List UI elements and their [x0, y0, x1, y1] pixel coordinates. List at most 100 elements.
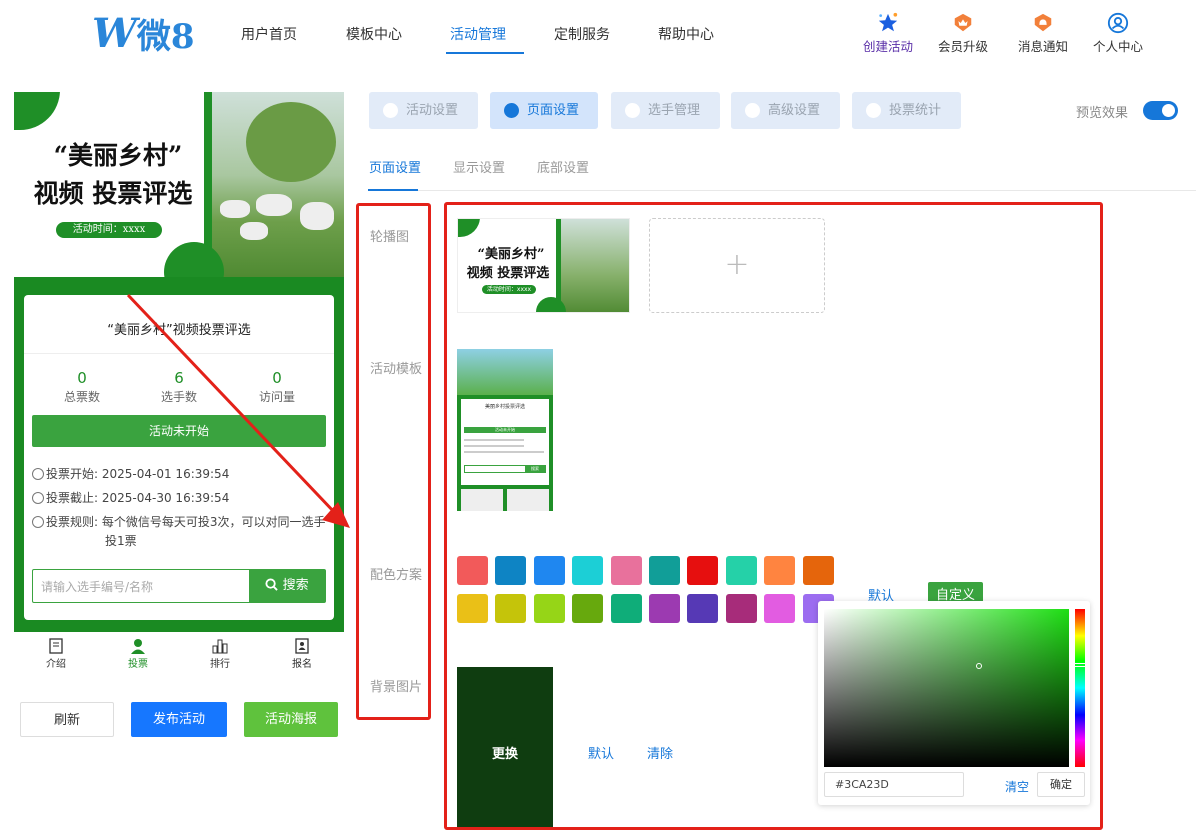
annotation-box-labels [356, 203, 431, 720]
color-swatch[interactable] [764, 594, 796, 623]
subtab-divider [368, 190, 1196, 191]
logo[interactable]: W 微8 [92, 9, 195, 57]
hex-color-input[interactable]: #3CA23D [824, 772, 964, 797]
template-line [464, 445, 524, 447]
color-swatch[interactable] [457, 594, 488, 623]
template-thumbnail[interactable]: 美丽乡村投票评选 活动未开始 搜索 [457, 349, 553, 519]
star-icon [878, 12, 898, 32]
nav-activity-management[interactable]: 活动管理 [450, 24, 506, 44]
color-swatch[interactable] [572, 594, 604, 623]
stat-value: 0 [272, 369, 282, 387]
picker-clear-button[interactable]: 清空 [1005, 778, 1029, 795]
nav-help-center[interactable]: 帮助中心 [658, 24, 714, 44]
tab-advanced-settings[interactable]: 高级设置 [731, 92, 840, 129]
logo-mark: W [92, 9, 137, 57]
add-carousel-button[interactable]: + [649, 218, 825, 313]
personal-center-button[interactable]: 个人中心 [1088, 12, 1148, 55]
banner-time-badge: 活动时间：xxxx [56, 222, 162, 238]
member-upgrade-button[interactable]: 会员升级 [933, 12, 993, 55]
field-label-color-scheme: 配色方案 [370, 568, 423, 583]
search-button[interactable]: 搜索 [249, 570, 325, 602]
carousel-time-badge: 活动时间：xxxx [482, 285, 536, 294]
color-swatch[interactable] [649, 556, 680, 585]
refresh-button[interactable]: 刷新 [20, 702, 114, 737]
template-tabbar [457, 511, 553, 519]
color-swatch[interactable] [764, 556, 796, 585]
nav-custom-service[interactable]: 定制服务 [554, 24, 610, 44]
template-search: 搜索 [464, 465, 546, 473]
carousel-image[interactable]: “美丽乡村” 视频 投票评选 活动时间：xxxx [457, 218, 630, 313]
notifications-button[interactable]: 消息通知 [1013, 12, 1073, 55]
carousel-title-line1: “美丽乡村” [477, 247, 545, 262]
picker-cursor[interactable] [976, 663, 982, 669]
color-swatch[interactable] [725, 556, 757, 585]
stat-contestants: 6 选手数 [139, 369, 219, 405]
color-swatch[interactable] [802, 556, 834, 585]
color-swatch[interactable] [649, 594, 680, 623]
template-line [464, 439, 524, 441]
color-swatch[interactable] [610, 594, 642, 623]
subtab-page-settings[interactable]: 页面设置 [369, 157, 421, 176]
stat-label: 选手数 [160, 390, 197, 404]
template-card-title: 美丽乡村投票评选 [484, 404, 525, 410]
nav-template-center[interactable]: 模板中心 [346, 24, 402, 44]
field-label-background: 背景图片 [370, 680, 423, 695]
sheep [300, 202, 334, 230]
crown-badge-icon [954, 13, 972, 32]
preview-effect-toggle[interactable] [1143, 101, 1178, 120]
preview-tabbar: 介绍 投票 排行 报名 [14, 632, 344, 676]
divider [24, 353, 334, 354]
mobile-preview: “美丽乡村” 视频 投票评选 活动时间：xxxx “美丽乡村”视频投票评选 0 … [14, 92, 344, 632]
tab-ranking[interactable]: 排行 [190, 638, 250, 670]
saturation-value-panel[interactable] [824, 609, 1069, 767]
nav-active-underline [446, 52, 524, 54]
background-default-link[interactable]: 默认 [588, 743, 614, 762]
stat-label: 访问量 [258, 390, 295, 404]
nav-user-home[interactable]: 用户首页 [241, 24, 297, 44]
picker-confirm-button[interactable]: 确定 [1037, 772, 1085, 797]
vote-start-value: 2025-04-01 16:39:54 [101, 467, 230, 481]
vote-end-row: 投票截止: 2025-04-30 16:39:54 [32, 489, 229, 508]
template-card: 美丽乡村投票评选 活动未开始 搜索 [461, 399, 549, 485]
vote-rule-row: 投票规则: 每个微信号每天可投3次，可以对同一选手 投1票 [32, 513, 328, 551]
status-button[interactable]: 活动未开始 [32, 415, 326, 447]
tab-label: 选手管理 [648, 103, 701, 118]
color-swatch[interactable] [687, 556, 719, 585]
color-swatch[interactable] [495, 594, 527, 623]
color-swatch[interactable] [495, 556, 527, 585]
stat-visits: 0 访问量 [237, 369, 317, 405]
search-button-label: 搜索 [282, 578, 309, 593]
hue-thumb[interactable] [1074, 663, 1086, 667]
tab-intro[interactable]: 介绍 [26, 638, 86, 670]
signup-icon [295, 638, 309, 654]
vote-rule-text: 每个微信号每天可投3次，可以对同一选手 [101, 515, 326, 529]
create-activity-button[interactable]: 创建活动 [858, 12, 918, 55]
color-swatch[interactable] [687, 594, 719, 623]
color-swatch[interactable] [533, 594, 565, 623]
subtab-footer-settings[interactable]: 底部设置 [537, 157, 589, 176]
color-swatch[interactable] [610, 556, 642, 585]
search-icon [265, 578, 279, 591]
activity-poster-button[interactable]: 活动海报 [244, 702, 338, 737]
color-swatch[interactable] [533, 556, 565, 585]
publish-activity-button[interactable]: 发布活动 [131, 702, 227, 737]
banner-title-line1: “美丽乡村” [53, 141, 183, 170]
tab-page-settings[interactable]: 页面设置 [490, 92, 598, 129]
hue-slider[interactable] [1074, 609, 1086, 767]
tab-vote-statistics[interactable]: 投票统计 [852, 92, 961, 129]
create-activity-label: 创建活动 [862, 39, 913, 54]
subtab-display-settings[interactable]: 显示设置 [453, 157, 505, 176]
search-input[interactable]: 请输入选手编号/名称 [41, 578, 153, 595]
vote-start-label: 投票开始: [46, 467, 99, 481]
tab-contestant-management[interactable]: 选手管理 [611, 92, 720, 129]
tab-activity-settings[interactable]: 活动设置 [369, 92, 478, 129]
tab-vote[interactable]: 投票 [108, 638, 168, 670]
template-line [464, 451, 544, 453]
background-change-button[interactable]: 更换 [492, 743, 518, 762]
tab-label: 投票统计 [889, 103, 942, 118]
color-swatch[interactable] [572, 556, 604, 585]
tab-signup[interactable]: 报名 [272, 638, 332, 670]
color-swatch[interactable] [725, 594, 757, 623]
background-clear-link[interactable]: 清除 [647, 743, 673, 762]
color-swatch[interactable] [457, 556, 488, 585]
